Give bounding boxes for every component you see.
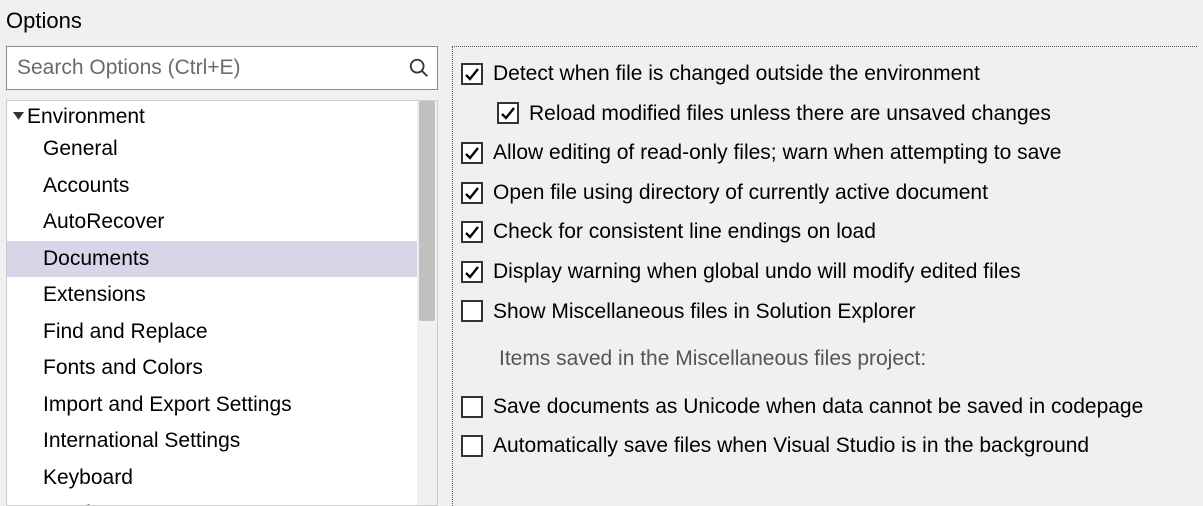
checkbox-detect-changed[interactable] — [461, 63, 483, 85]
option-show-misc: Show Miscellaneous files in Solution Exp… — [461, 295, 1189, 329]
option-allow-readonly: Allow editing of read-only files; warn w… — [461, 136, 1189, 170]
body-area: Environment General Accounts AutoRecover… — [0, 46, 1203, 506]
checkbox-line-endings[interactable] — [461, 221, 483, 243]
checkbox-save-unicode[interactable] — [461, 396, 483, 418]
checkbox-allow-readonly[interactable] — [461, 142, 483, 164]
option-global-undo: Display warning when global undo will mo… — [461, 255, 1189, 289]
option-label: Check for consistent line endings on loa… — [493, 215, 876, 249]
tree-scrollbar[interactable] — [417, 101, 437, 505]
tree-group-label: Environment — [27, 105, 145, 129]
tree-item-accounts[interactable]: Accounts — [7, 168, 417, 205]
option-autosave-bg: Automatically save files when Visual Stu… — [461, 429, 1189, 463]
tree-scrollbar-thumb[interactable] — [419, 101, 435, 321]
tree-item-find-replace[interactable]: Find and Replace — [7, 314, 417, 351]
tree-item-extensions[interactable]: Extensions — [7, 277, 417, 314]
tree-item-label: Accounts — [43, 174, 129, 197]
left-pane: Environment General Accounts AutoRecover… — [6, 46, 438, 506]
tree-item-label: Preview Features — [43, 502, 206, 505]
option-detect-changed: Detect when file is changed outside the … — [461, 57, 1189, 91]
option-label: Allow editing of read-only files; warn w… — [493, 136, 1061, 170]
option-save-unicode: Save documents as Unicode when data cann… — [461, 390, 1189, 424]
expander-icon — [11, 110, 25, 124]
tree-item-label: Find and Replace — [43, 320, 208, 343]
search-wrap — [6, 46, 438, 90]
checkbox-reload-modified[interactable] — [497, 102, 519, 124]
tree-item-label: Import and Export Settings — [43, 393, 292, 416]
option-label: Display warning when global undo will mo… — [493, 255, 1021, 289]
tree-item-fonts-colors[interactable]: Fonts and Colors — [7, 350, 417, 387]
tree-item-label: Documents — [43, 247, 149, 270]
tree-group-environment[interactable]: Environment — [7, 103, 417, 131]
tree-item-international[interactable]: International Settings — [7, 423, 417, 460]
tree-item-label: Keyboard — [43, 466, 133, 489]
tree-item-keyboard[interactable]: Keyboard — [7, 460, 417, 497]
title-bar: Options — [0, 0, 1203, 46]
tree-item-label: International Settings — [43, 429, 240, 452]
option-label: Detect when file is changed outside the … — [493, 57, 980, 91]
tree-item-label: Fonts and Colors — [43, 356, 203, 379]
checkbox-global-undo[interactable] — [461, 261, 483, 283]
misc-hint-label: Items saved in the Miscellaneous files p… — [461, 342, 1189, 376]
tree-item-documents[interactable]: Documents — [7, 241, 417, 278]
option-label: Reload modified files unless there are u… — [529, 97, 1051, 131]
options-dialog: Options Environmen — [0, 0, 1203, 506]
option-open-dir: Open file using directory of currently a… — [461, 176, 1189, 210]
misc-hint-text: Items saved in the Miscellaneous files p… — [499, 342, 926, 376]
options-tree-container: Environment General Accounts AutoRecover… — [6, 100, 438, 506]
tree-item-preview-features[interactable]: Preview Features — [7, 496, 417, 505]
tree-item-label: General — [43, 137, 118, 160]
option-label: Save documents as Unicode when data cann… — [493, 390, 1143, 424]
option-reload-modified: Reload modified files unless there are u… — [461, 97, 1189, 131]
checkbox-open-dir[interactable] — [461, 182, 483, 204]
checkbox-show-misc[interactable] — [461, 300, 483, 322]
tree-item-label: AutoRecover — [43, 210, 164, 233]
window-title: Options — [6, 8, 82, 33]
tree-item-label: Extensions — [43, 283, 146, 306]
option-line-endings: Check for consistent line endings on loa… — [461, 215, 1189, 249]
tree-item-import-export[interactable]: Import and Export Settings — [7, 387, 417, 424]
option-label: Open file using directory of currently a… — [493, 176, 988, 210]
option-label: Automatically save files when Visual Stu… — [493, 429, 1089, 463]
options-tree[interactable]: Environment General Accounts AutoRecover… — [7, 101, 417, 505]
tree-item-general[interactable]: General — [7, 131, 417, 168]
right-pane: Detect when file is changed outside the … — [452, 46, 1197, 506]
tree-item-autorecover[interactable]: AutoRecover — [7, 204, 417, 241]
option-label: Show Miscellaneous files in Solution Exp… — [493, 295, 916, 329]
search-input[interactable] — [6, 46, 438, 90]
checkbox-autosave-bg[interactable] — [461, 435, 483, 457]
